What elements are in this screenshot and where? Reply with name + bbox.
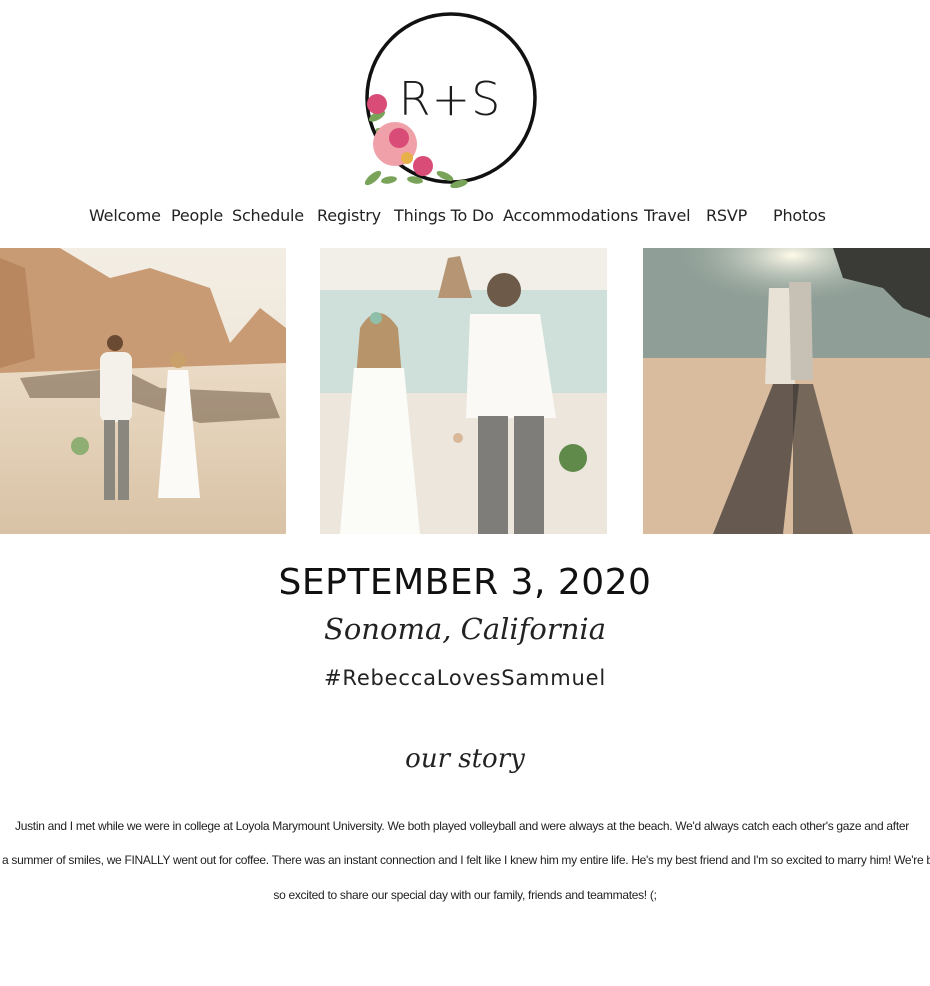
- wedding-location: Sonoma, California: [323, 612, 606, 646]
- nav-people[interactable]: People: [171, 206, 223, 225]
- nav-rsvp[interactable]: RSVP: [706, 206, 747, 225]
- nav-travel[interactable]: Travel: [644, 206, 691, 225]
- wedding-hashtag: #RebeccaLovesSammuel: [323, 666, 607, 690]
- main-nav: Welcome People Schedule Registry Things …: [0, 206, 930, 234]
- nav-schedule[interactable]: Schedule: [232, 206, 304, 225]
- wedding-date: SEPTEMBER 3, 2020: [278, 562, 652, 603]
- nav-accommodations[interactable]: Accommodations: [503, 206, 638, 225]
- couple-photo-holding-hands: [320, 248, 607, 534]
- story-heading: our story: [405, 744, 525, 774]
- couple-photo-cliffs: [0, 248, 286, 534]
- couple-photo-sunset-kiss: [643, 248, 930, 534]
- nav-things-to-do[interactable]: Things To Do: [394, 206, 494, 225]
- monogram-text: R+S: [398, 72, 502, 126]
- nav-welcome[interactable]: Welcome: [89, 206, 161, 225]
- monogram-logo: R+S: [355, 8, 545, 198]
- story-paragraph-line: Justin and I met while we were in colleg…: [15, 819, 909, 833]
- nav-photos[interactable]: Photos: [773, 206, 826, 225]
- story-paragraph-line: so excited to share our special day with…: [273, 888, 657, 902]
- story-paragraph-line: a summer of smiles, we FINALLY went out …: [2, 853, 930, 867]
- nav-registry[interactable]: Registry: [317, 206, 381, 225]
